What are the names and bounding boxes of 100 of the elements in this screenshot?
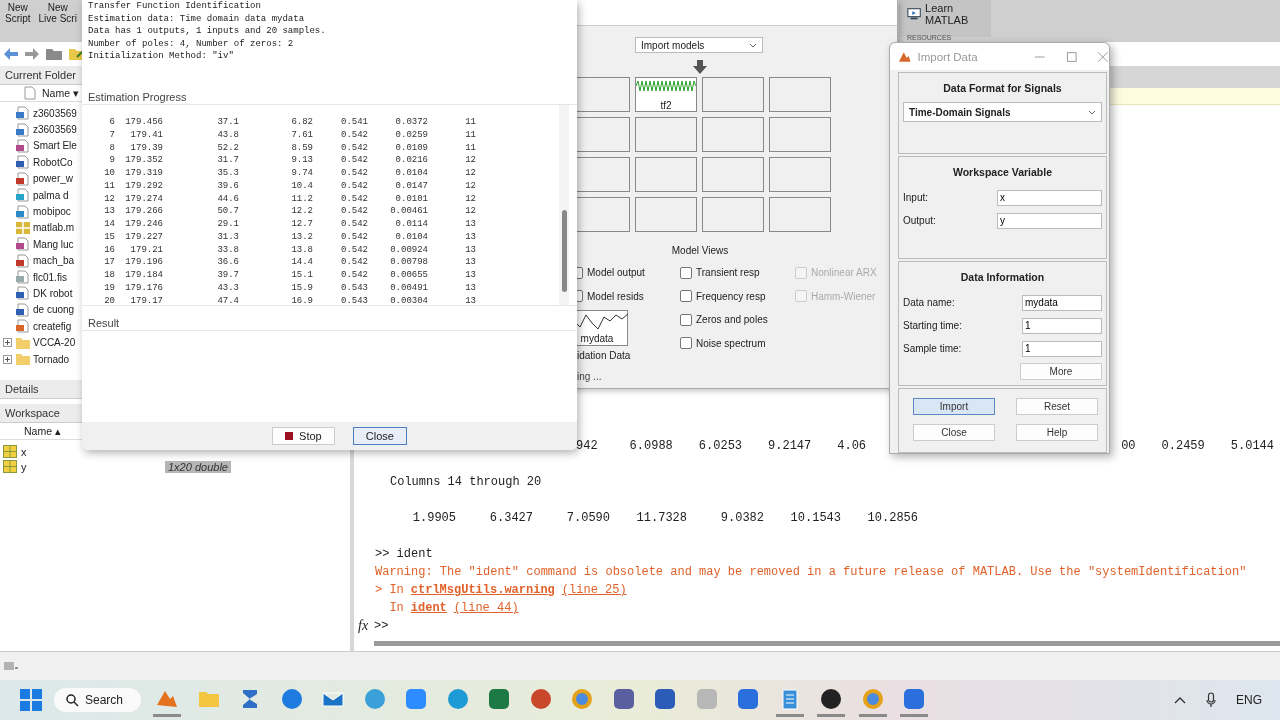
file-name[interactable]: DK robot <box>33 288 73 299</box>
table-cell-text: 47.4 <box>216 294 239 308</box>
search-button[interactable]: Search <box>54 688 142 712</box>
file-name[interactable]: palma d <box>33 189 69 201</box>
folder-icon[interactable] <box>45 47 63 61</box>
file-name[interactable]: de cuong <box>33 304 75 316</box>
input-field[interactable]: mydata <box>1022 294 1102 311</box>
toolstrip-button[interactable]: New Script <box>5 2 31 24</box>
toolstrip-button[interactable]: New Live Scri <box>38 2 77 24</box>
model-slot[interactable] <box>769 117 831 152</box>
file-name[interactable]: VCCA-20 <box>33 337 76 349</box>
file-name[interactable]: Smart Ele <box>33 140 77 152</box>
model-slot[interactable] <box>702 197 764 232</box>
dialog-button[interactable]: Import <box>913 398 995 415</box>
function-link[interactable]: ctrlMsgUtils.warning <box>410 581 555 599</box>
model-slot[interactable] <box>635 157 697 192</box>
close-button[interactable]: Close <box>352 427 407 445</box>
table-cell-text: 18 <box>103 269 115 282</box>
table-cell-text: 0.0372 <box>394 116 428 129</box>
checkbox-label[interactable]: Transient resp <box>696 267 760 279</box>
stop-button[interactable]: Stop <box>272 427 335 445</box>
table-cell-text: 52.2 <box>216 141 239 155</box>
close-icon[interactable] <box>1097 50 1109 63</box>
file-name[interactable]: Tornado <box>33 353 70 365</box>
monitor-icon <box>906 7 922 21</box>
model-slot[interactable]: tf2 <box>635 77 697 112</box>
dialog-button[interactable]: Close <box>913 424 995 441</box>
trace-prefix: > In <box>375 582 404 599</box>
file-name[interactable]: mach_ba <box>33 255 75 267</box>
checkbox-label[interactable]: Frequency resp <box>696 290 766 302</box>
file-name[interactable]: z3603569 <box>33 124 77 136</box>
maximize-icon[interactable] <box>1065 50 1078 63</box>
model-slot[interactable] <box>702 77 764 112</box>
file-icon <box>15 188 31 203</box>
forward-arrow-icon[interactable] <box>24 47 40 61</box>
checkbox-label[interactable]: Model resids <box>587 290 644 302</box>
file-name[interactable]: z3603569 <box>33 107 77 119</box>
file-name[interactable]: Mang luc <box>33 238 74 250</box>
grid-variable-icon <box>3 445 17 458</box>
file-name[interactable]: createfig <box>33 320 72 332</box>
app-tile-icon <box>736 686 761 711</box>
file-icon <box>15 122 31 137</box>
output-number: 10.1543 <box>789 510 841 527</box>
line-link[interactable]: (line 25) <box>561 581 627 599</box>
chevron-up-icon[interactable] <box>1174 696 1186 704</box>
window-title: Import Data <box>917 50 979 63</box>
trace-prefix: In <box>388 600 404 617</box>
input-field[interactable]: 1 <box>1022 317 1102 334</box>
checkbox-label[interactable]: Noise spectrum <box>696 337 766 349</box>
table-cell-text: 20 <box>103 294 115 308</box>
model-slot[interactable] <box>702 117 764 152</box>
chat-icon <box>279 686 304 711</box>
checkbox[interactable] <box>680 290 692 303</box>
line-link[interactable]: (line 44) <box>453 599 519 617</box>
file-name[interactable]: flc01.fis <box>33 271 67 283</box>
file-icon <box>15 237 31 252</box>
table-cell-text: 13 <box>464 294 476 308</box>
expand-icon[interactable] <box>3 338 12 348</box>
function-button[interactable]: fx <box>358 617 369 635</box>
document-app-icon <box>653 686 678 711</box>
file-name[interactable]: RobotCo <box>33 156 73 168</box>
language-indicator[interactable]: ENG <box>1236 693 1262 707</box>
microphone-icon[interactable] <box>1206 692 1216 708</box>
checkbox[interactable] <box>680 266 692 279</box>
table-cell-text: 44.6 <box>216 192 239 206</box>
checkbox-label[interactable]: Zeros and poles <box>696 314 768 326</box>
input-field[interactable]: x <box>997 189 1102 206</box>
file-name[interactable]: matlab.m <box>33 222 75 234</box>
dialog-button[interactable]: Reset <box>1016 398 1098 415</box>
file-name[interactable]: mobipoc <box>33 206 71 218</box>
model-slot[interactable] <box>769 157 831 192</box>
model-slot[interactable] <box>769 197 831 232</box>
model-slot[interactable] <box>769 77 831 112</box>
column-header[interactable]: Name ▾ <box>42 87 79 99</box>
column-header[interactable]: Name ▴ <box>24 425 61 437</box>
function-link[interactable]: ident <box>410 599 447 617</box>
output-number: 11.7328 <box>635 510 687 527</box>
checkbox[interactable] <box>680 313 692 326</box>
start-icon[interactable] <box>20 689 42 711</box>
variable-name[interactable]: y <box>21 460 161 473</box>
checkbox[interactable] <box>680 337 692 350</box>
model-slot[interactable] <box>702 157 764 192</box>
scrollbar[interactable] <box>374 641 1280 646</box>
output-number: 4.06 <box>837 438 867 455</box>
model-slot[interactable] <box>635 117 697 152</box>
input-field[interactable]: y <box>997 212 1102 229</box>
back-arrow-icon[interactable] <box>3 47 19 61</box>
down-arrow-icon <box>692 60 708 74</box>
expand-icon[interactable] <box>3 354 12 364</box>
dialog-button[interactable]: Help <box>1016 424 1098 441</box>
checkbox-label[interactable]: Model output <box>587 267 645 279</box>
table-cell-text: 0.542 <box>340 192 368 206</box>
model-slot[interactable] <box>635 197 697 232</box>
variable-name[interactable]: x <box>21 445 161 458</box>
more-button[interactable]: More <box>1020 363 1102 380</box>
input-field[interactable]: 1 <box>1022 340 1102 357</box>
file-name[interactable]: power_w <box>33 173 74 185</box>
format-dropdown[interactable]: Time-Domain Signals <box>903 102 1102 122</box>
scrollbar[interactable] <box>562 210 567 292</box>
import-dropdown[interactable]: Import models <box>635 37 763 53</box>
